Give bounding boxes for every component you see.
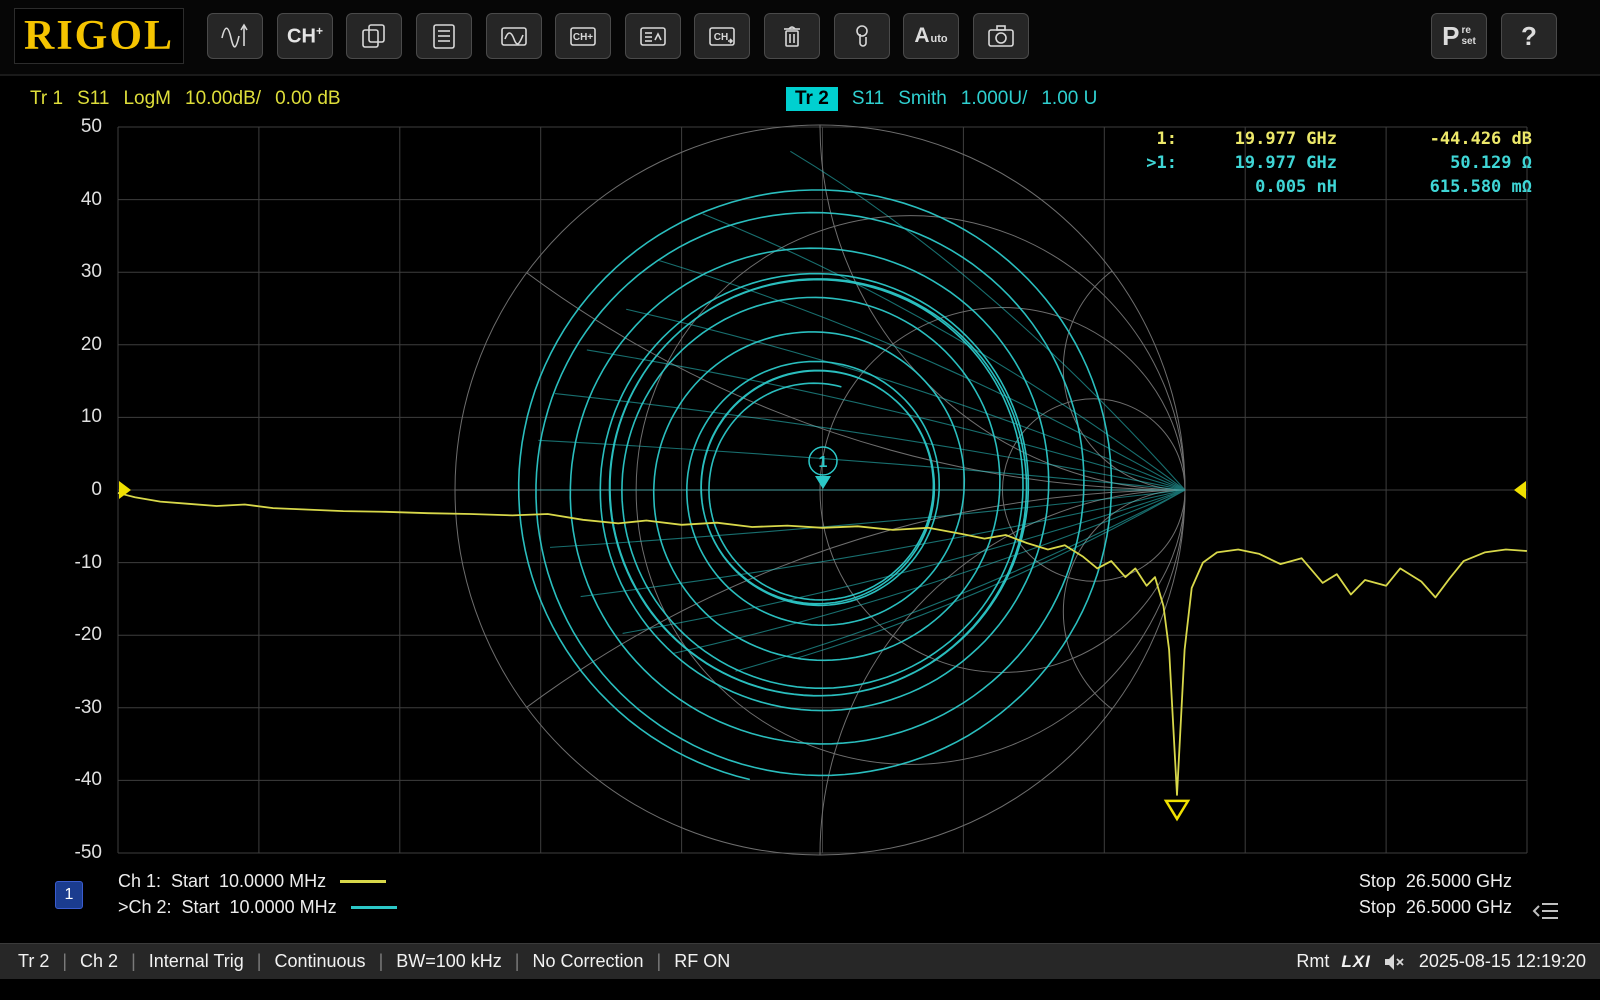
status-item-rf-on[interactable]: RF ON (674, 951, 730, 972)
channel2-start-label: >Ch 2: Start 10.0000 MHz (118, 897, 337, 918)
lxi-logo: LXI (1341, 952, 1370, 972)
channel2-info: >Ch 2: Start 10.0000 MHz (118, 897, 397, 918)
y-axis-label: 10 (36, 406, 102, 428)
status-separator: | (657, 951, 662, 972)
marker-readout-row: 1:19.977 GHz-44.426 dB (1131, 127, 1532, 151)
status-bar: Tr 2 | Ch 2 | Internal Trig | Continuous | BW=10… (0, 943, 1600, 979)
marker-readout-row: 0.005 nH615.580 mΩ (1131, 175, 1532, 199)
y-axis-label: -40 (36, 769, 102, 791)
y-axis-label: -10 (36, 552, 102, 574)
menu-collapse-icon[interactable] (1532, 900, 1560, 922)
y-axis-label: 30 (36, 261, 102, 283)
status-item-ch-2[interactable]: Ch 2 (80, 951, 118, 972)
marker1-tr1 (1166, 801, 1188, 819)
channel1-start-label: Ch 1: Start 10.0000 MHz (118, 871, 326, 892)
y-axis-label: -20 (36, 624, 102, 646)
status-separator: | (131, 951, 136, 972)
y-axis-label: 50 (36, 116, 102, 138)
status-item-internal-trig[interactable]: Internal Trig (149, 951, 244, 972)
marker1-tr2-label: 1 (819, 454, 828, 471)
channel1-info: Ch 1: Start 10.0000 MHz (118, 871, 386, 892)
status-item-tr-2[interactable]: Tr 2 (18, 951, 49, 972)
channel2-trace-swatch (351, 906, 397, 909)
marker-readout: 1:19.977 GHz-44.426 dB>1:19.977 GHz50.12… (1131, 127, 1532, 199)
y-axis-label: 20 (36, 334, 102, 356)
speaker-mute-icon[interactable] (1383, 952, 1407, 972)
remote-indicator: Rmt (1296, 951, 1329, 972)
marker1-tr2-triangle (815, 476, 831, 489)
status-right: Rmt LXI 2025-08-15 12:19:20 (1296, 951, 1586, 972)
window-badge[interactable]: 1 (55, 881, 83, 909)
channel1-stop-label: Stop 26.5000 GHz (1359, 871, 1512, 892)
status-separator: | (62, 951, 67, 972)
vna-screen: RIGOL CH+ CH+ (0, 0, 1600, 1000)
channel2-stop-label: Stop 26.5000 GHz (1359, 897, 1512, 918)
status-items: Tr 2 | Ch 2 | Internal Trig | Continuous | BW=10… (18, 951, 730, 972)
marker-readout-row: >1:19.977 GHz50.129 Ω (1131, 151, 1532, 175)
y-axis-label: -50 (36, 842, 102, 864)
status-separator: | (257, 951, 262, 972)
y-axis-label: -30 (36, 697, 102, 719)
status-item-bw-100-khz[interactable]: BW=100 kHz (396, 951, 502, 972)
status-separator: | (515, 951, 520, 972)
status-item-no-correction[interactable]: No Correction (532, 951, 643, 972)
y-axis-label: 40 (36, 189, 102, 211)
ref-level-right-triangle (1514, 481, 1526, 499)
status-separator: | (379, 951, 384, 972)
datetime: 2025-08-15 12:19:20 (1419, 951, 1586, 972)
status-item-continuous[interactable]: Continuous (274, 951, 365, 972)
channel1-trace-swatch (340, 880, 386, 883)
y-axis-label: 0 (36, 479, 102, 501)
